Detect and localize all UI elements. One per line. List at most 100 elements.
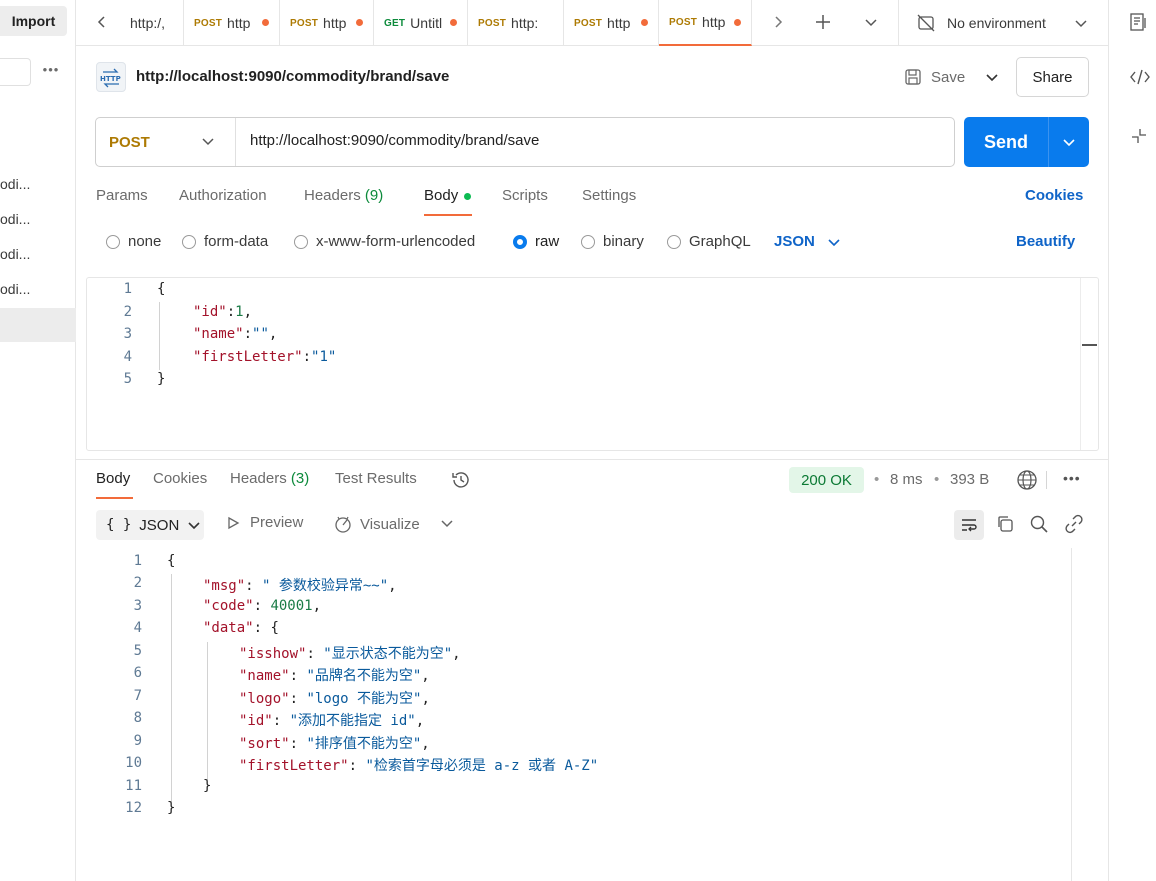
tab-request[interactable]: POST http: [564, 0, 659, 46]
code-line: "data": {: [203, 620, 279, 636]
sidebar-item-selected[interactable]: [0, 308, 76, 342]
line-number: 3: [133, 598, 142, 614]
resp-tab-headers[interactable]: Headers (3): [230, 470, 309, 487]
visualize-icon: [335, 516, 351, 533]
unsaved-dot-icon: [262, 19, 269, 26]
response-body-viewer[interactable]: 1 2 3 4 5 6 7 8 9 10 11 12 { "msg": " 参数…: [76, 548, 1108, 881]
body-active-dot-icon: [464, 192, 472, 200]
preview-button[interactable]: Preview: [226, 514, 303, 531]
copy-icon[interactable]: [995, 514, 1015, 534]
history-icon[interactable]: [450, 469, 472, 491]
chevron-left-icon[interactable]: [88, 8, 116, 36]
headers-count: (9): [364, 187, 384, 204]
more-options-icon[interactable]: •••: [1063, 470, 1081, 486]
radio-graphql[interactable]: GraphQL: [667, 233, 751, 250]
chevron-right-icon[interactable]: [764, 8, 792, 36]
visualize-button[interactable]: Visualize: [333, 514, 420, 534]
radio-x-www-form-urlencoded[interactable]: x-www-form-urlencoded: [294, 233, 475, 250]
body-format-selector[interactable]: JSON: [774, 233, 841, 250]
code-line: {: [167, 553, 176, 569]
separator-dot: •: [934, 471, 940, 488]
braces-icon: { }: [106, 517, 132, 533]
tab-request[interactable]: GET Untitl: [374, 0, 468, 46]
tab-settings[interactable]: Settings: [582, 187, 636, 204]
tab-headers[interactable]: Headers (9): [304, 187, 383, 204]
right-rail: [1108, 0, 1156, 881]
tab-request[interactable]: POST http: [280, 0, 374, 46]
code-line: "code": 40001,: [203, 598, 322, 614]
import-button[interactable]: Import: [0, 6, 67, 36]
chevron-down-icon: [1075, 20, 1087, 28]
unsaved-dot-icon: [641, 19, 648, 26]
collapse-arrows-icon[interactable]: [1130, 127, 1148, 145]
active-tab-underline: [424, 214, 472, 216]
sidebar-item[interactable]: odi...: [0, 281, 76, 303]
tab-body[interactable]: Body: [424, 187, 472, 204]
code-line: "sort": "排序值不能为空",: [239, 736, 430, 752]
save-icon: [905, 69, 921, 85]
scrollbar-thumb[interactable]: [1082, 344, 1097, 346]
tab-request[interactable]: POST http:: [468, 0, 564, 46]
share-button[interactable]: Share: [1016, 57, 1089, 97]
code-line: {: [157, 281, 166, 297]
line-number: 7: [133, 688, 142, 704]
line-number: 4: [133, 620, 142, 636]
resp-tab-cookies[interactable]: Cookies: [153, 470, 207, 487]
sidebar-item[interactable]: odi...: [0, 176, 76, 198]
code-line: "logo": "logo 不能为空",: [239, 691, 430, 707]
sidebar: Import ••• odi... odi... odi... odi...: [0, 0, 76, 881]
response-scrollbar-track[interactable]: [1071, 548, 1072, 881]
panel-divider[interactable]: [76, 459, 1108, 460]
send-button[interactable]: Send: [964, 117, 1048, 167]
code-line: "msg": " 参数校验异常~~",: [203, 578, 397, 594]
tab-request-active[interactable]: POST http: [659, 0, 752, 46]
tabs-dropdown-chevron-icon[interactable]: [857, 8, 885, 36]
tab-params[interactable]: Params: [96, 187, 148, 204]
chevron-down-icon: [188, 522, 200, 530]
request-title[interactable]: http://localhost:9090/commodity/brand/sa…: [136, 68, 449, 85]
response-size[interactable]: 393 B: [950, 471, 989, 488]
save-options-chevron-icon[interactable]: [982, 66, 1002, 88]
separator-dot: •: [874, 471, 880, 488]
sidebar-item[interactable]: odi...: [0, 246, 76, 268]
wrap-lines-icon[interactable]: [954, 510, 984, 540]
sidebar-more-icon[interactable]: •••: [40, 62, 62, 82]
environment-selector[interactable]: No environment: [898, 0, 1108, 46]
request-body-editor[interactable]: 1 2 3 4 5 { "id":1, "name":"", "firstLet…: [86, 277, 1099, 451]
documentation-icon[interactable]: [1129, 12, 1149, 32]
resp-tab-body[interactable]: Body: [96, 470, 130, 487]
send-options-chevron-icon[interactable]: [1048, 117, 1089, 167]
search-icon[interactable]: [1029, 514, 1049, 534]
method-selector[interactable]: POST: [96, 118, 236, 166]
radio-form-data[interactable]: form-data: [182, 233, 268, 250]
link-icon[interactable]: [1064, 514, 1084, 534]
save-label: Save: [931, 68, 966, 86]
chevron-down-icon[interactable]: [440, 516, 454, 530]
line-number: 6: [133, 665, 142, 681]
code-icon[interactable]: [1129, 67, 1151, 87]
sidebar-item[interactable]: odi...: [0, 211, 76, 233]
url-input[interactable]: http://localhost:9090/commodity/brand/sa…: [250, 132, 539, 149]
cookies-link[interactable]: Cookies: [1025, 187, 1083, 204]
globe-icon[interactable]: [1016, 469, 1038, 491]
tab-authorization[interactable]: Authorization: [179, 187, 267, 204]
radio-raw[interactable]: raw: [513, 233, 559, 250]
tab-scripts[interactable]: Scripts: [502, 187, 548, 204]
active-tab-underline: [96, 497, 133, 499]
save-button[interactable]: Save: [904, 66, 965, 88]
response-time[interactable]: 8 ms: [890, 471, 923, 488]
code-line: "firstLetter": "检索首字母必须是 a-z 或者 A-Z": [239, 758, 599, 774]
editor-scrollbar[interactable]: [1080, 278, 1098, 450]
status-badge[interactable]: 200 OK: [789, 467, 864, 493]
line-number: 12: [125, 800, 142, 816]
new-tab-plus-icon[interactable]: [809, 8, 837, 36]
response-format-selector[interactable]: { } JSON: [96, 510, 204, 540]
radio-none[interactable]: none: [106, 233, 161, 250]
tab-request[interactable]: POST http: [184, 0, 280, 46]
beautify-link[interactable]: Beautify: [1016, 233, 1075, 250]
resp-tab-test-results[interactable]: Test Results: [335, 470, 417, 487]
sidebar-search-input[interactable]: [0, 58, 31, 86]
divider: [1046, 471, 1047, 489]
tab-request[interactable]: http:/,: [120, 0, 184, 46]
radio-binary[interactable]: binary: [581, 233, 644, 250]
